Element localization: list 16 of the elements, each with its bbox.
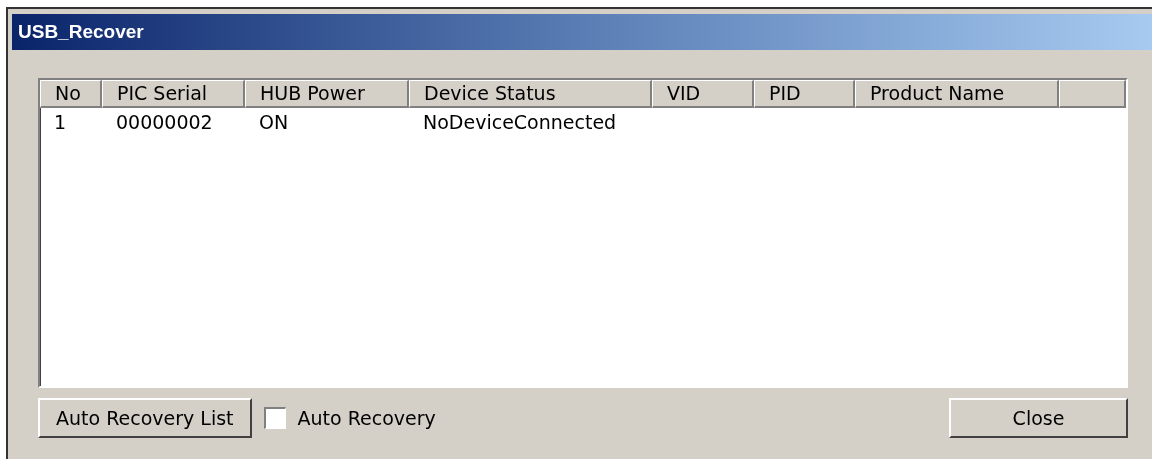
window-title: USB_Recover [18,21,144,43]
checkbox[interactable] [263,407,286,429]
table-cell: ON [259,111,289,133]
table-cell: 1 [54,111,67,133]
column-header[interactable]: No [40,80,102,108]
column-header[interactable]: VID [652,80,754,108]
checkbox-label[interactable]: Auto Recovery [297,407,436,429]
column-header[interactable]: PID [754,80,855,108]
column-header[interactable]: Device Status [409,80,652,108]
column-header[interactable]: HUB Power [245,80,409,108]
column-header[interactable]: Product Name [855,80,1059,108]
table-cell: 00000002 [116,111,213,133]
auto-recovery-list-button[interactable]: Auto Recovery List [38,398,252,438]
column-header[interactable]: PIC Serial [102,80,245,108]
close-button[interactable]: Close [949,398,1128,438]
table-cell: NoDeviceConnected [423,111,617,133]
